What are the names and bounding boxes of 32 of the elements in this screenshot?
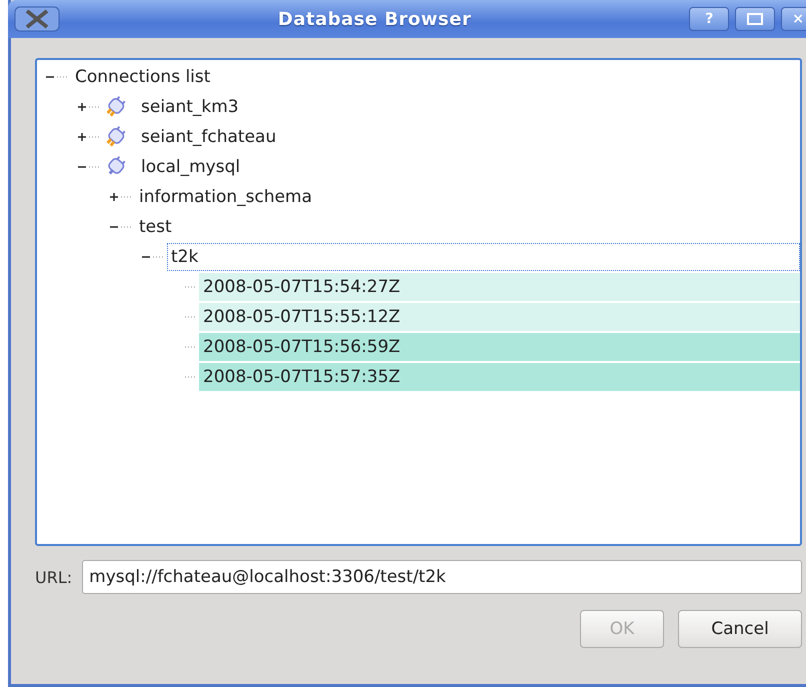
tree-line xyxy=(153,256,163,258)
maximize-icon xyxy=(747,13,764,25)
tree-item[interactable]: seiant_fchateau xyxy=(137,123,800,151)
expand-icon[interactable] xyxy=(77,132,87,142)
x-logo-icon xyxy=(14,6,60,32)
tree-item[interactable]: 2008-05-07T15:55:12Z xyxy=(199,303,800,331)
expand-icon[interactable] xyxy=(109,192,119,202)
expand-icon[interactable] xyxy=(77,102,87,112)
tree-line xyxy=(89,136,99,138)
tree-item[interactable]: 2008-05-07T15:56:59Z xyxy=(199,333,800,361)
tree-line xyxy=(57,76,67,78)
tree-line xyxy=(185,346,195,348)
url-label: URL: xyxy=(35,568,72,586)
tree-line xyxy=(89,166,99,168)
tree-item[interactable]: t2k xyxy=(167,243,800,271)
tree-item[interactable]: Connections list xyxy=(71,63,800,91)
window-title: Database Browser xyxy=(276,8,472,30)
tree-item[interactable]: information_schema xyxy=(135,183,800,211)
tree-line xyxy=(185,286,195,288)
cancel-button[interactable]: Cancel xyxy=(678,610,802,648)
tree-line xyxy=(185,316,195,318)
tree-line xyxy=(185,376,195,378)
tree-line xyxy=(121,226,131,228)
tree-item[interactable]: local_mysql xyxy=(137,153,800,181)
tree-item[interactable]: 2008-05-07T15:54:27Z xyxy=(199,273,800,301)
tree-item[interactable]: 2008-05-07T15:57:35Z xyxy=(199,363,800,391)
tree-line xyxy=(89,106,99,108)
maximize-button[interactable] xyxy=(735,7,776,31)
tree-item[interactable]: seiant_km3 xyxy=(137,93,800,121)
tree-line xyxy=(121,196,131,198)
url-field[interactable]: mysql://fchateau@localhost:3306/test/t2k xyxy=(82,560,802,594)
tree-item[interactable]: test xyxy=(135,213,800,241)
